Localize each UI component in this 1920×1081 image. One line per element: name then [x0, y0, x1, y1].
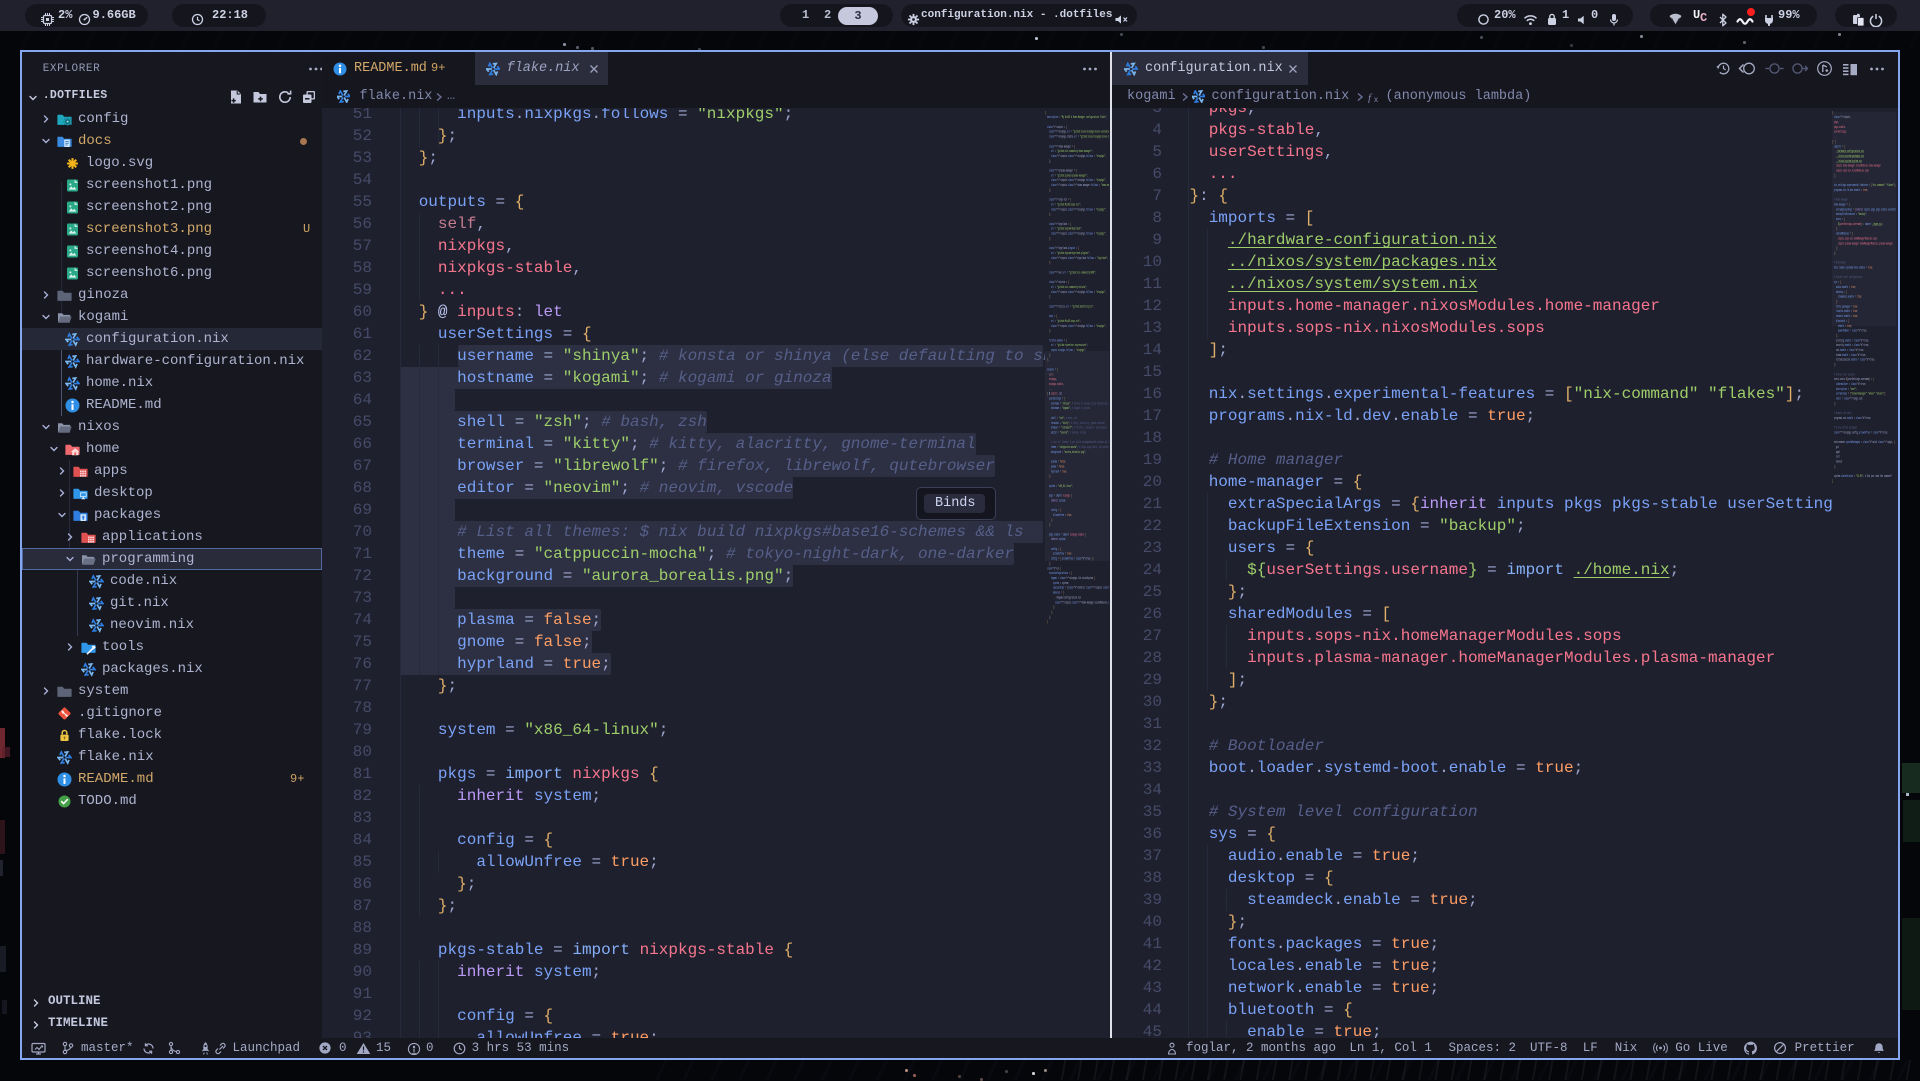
svg-text:x: x [1374, 95, 1378, 103]
svg-text:f: f [1368, 92, 1373, 103]
